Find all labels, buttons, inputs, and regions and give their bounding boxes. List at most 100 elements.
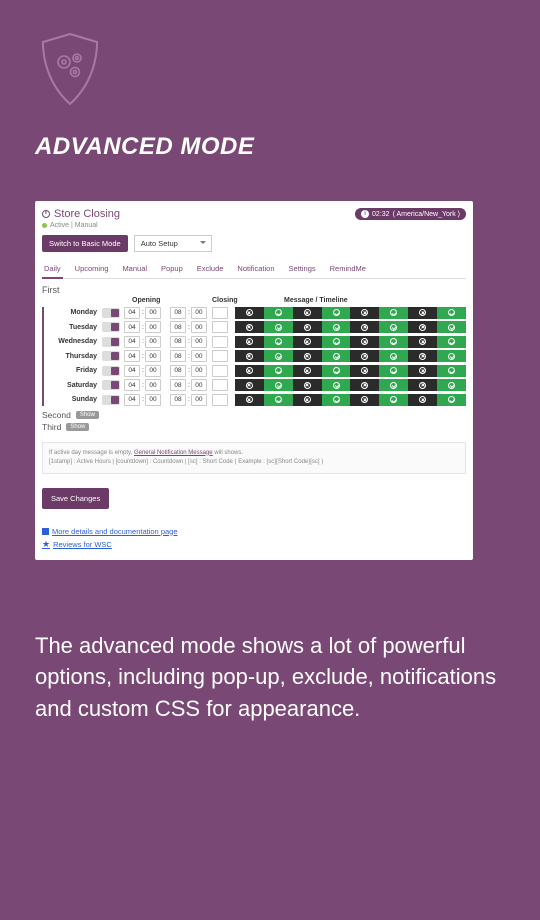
- timeline-seg: [293, 394, 322, 406]
- timeline-seg: [350, 365, 379, 377]
- column-headers: Opening Closing Message / Timeline: [132, 297, 466, 304]
- opening-min-input[interactable]: 00: [145, 365, 161, 377]
- opening-hour-input[interactable]: 04: [124, 321, 140, 333]
- closed-icon: [246, 324, 253, 331]
- opening-hour-input[interactable]: 04: [124, 379, 140, 391]
- closing-hour-input[interactable]: 08: [170, 336, 186, 348]
- closed-icon: [304, 324, 311, 331]
- open-icon: [333, 309, 340, 316]
- closing-min-input[interactable]: 00: [191, 365, 207, 377]
- timezone-pill[interactable]: i 02:32 ( America/New_York ): [355, 208, 466, 220]
- opening-min-input[interactable]: 00: [145, 350, 161, 362]
- open-icon: [448, 353, 455, 360]
- message-input[interactable]: [212, 336, 228, 348]
- opening-min-input[interactable]: 00: [145, 394, 161, 406]
- closed-icon: [361, 338, 368, 345]
- timeline: [235, 379, 466, 391]
- opening-min-input[interactable]: 00: [145, 336, 161, 348]
- opening-hour-input[interactable]: 04: [124, 365, 140, 377]
- opening-min-input[interactable]: 00: [145, 307, 161, 319]
- section-first-title: First: [42, 285, 466, 295]
- closing-min-input[interactable]: 00: [191, 350, 207, 362]
- day-toggle[interactable]: [102, 322, 120, 332]
- closing-hour-input[interactable]: 08: [170, 307, 186, 319]
- switch-to-basic-button[interactable]: Switch to Basic Mode: [42, 235, 128, 252]
- tab-settings[interactable]: Settings: [287, 260, 318, 278]
- timeline-seg: [235, 365, 264, 377]
- day-toggle[interactable]: [102, 395, 120, 405]
- closing-hour-input[interactable]: 08: [170, 379, 186, 391]
- day-row: Thursday04:0008:00: [44, 350, 466, 362]
- closing-hour-input[interactable]: 08: [170, 365, 186, 377]
- day-toggle[interactable]: [102, 366, 120, 376]
- open-icon: [390, 353, 397, 360]
- opening-hour-input[interactable]: 04: [124, 307, 140, 319]
- closing-hour-input[interactable]: 08: [170, 350, 186, 362]
- open-icon: [390, 338, 397, 345]
- reviews-link-label: Reviews for WSC: [53, 540, 112, 549]
- open-icon: [390, 324, 397, 331]
- message-input[interactable]: [212, 365, 228, 377]
- closing-hour-input[interactable]: 08: [170, 321, 186, 333]
- timeline-seg: [379, 394, 408, 406]
- timeline-seg: [322, 379, 351, 391]
- timeline-seg: [350, 394, 379, 406]
- closing-min-input[interactable]: 00: [191, 336, 207, 348]
- closed-icon: [419, 338, 426, 345]
- opening-hour-input[interactable]: 04: [124, 350, 140, 362]
- open-icon: [333, 353, 340, 360]
- opening-min-input[interactable]: 00: [145, 379, 161, 391]
- message-input[interactable]: [212, 379, 228, 391]
- timeline-seg: [350, 307, 379, 319]
- auto-setup-label: Auto Setup: [141, 239, 178, 248]
- message-input[interactable]: [212, 394, 228, 406]
- message-input[interactable]: [212, 350, 228, 362]
- day-toggle[interactable]: [102, 380, 120, 390]
- closing-min-input[interactable]: 00: [191, 321, 207, 333]
- open-icon: [390, 382, 397, 389]
- timeline-seg: [322, 307, 351, 319]
- third-show-button[interactable]: Show: [66, 423, 89, 431]
- message-input[interactable]: [212, 307, 228, 319]
- opening-hour-input[interactable]: 04: [124, 336, 140, 348]
- closing-hour-input[interactable]: 08: [170, 394, 186, 406]
- message-input[interactable]: [212, 321, 228, 333]
- save-changes-button[interactable]: Save Changes: [42, 488, 109, 509]
- open-icon: [275, 382, 282, 389]
- day-toggle[interactable]: [102, 337, 120, 347]
- day-toggle[interactable]: [102, 351, 120, 361]
- tab-upcoming[interactable]: Upcoming: [73, 260, 111, 278]
- closed-icon: [419, 367, 426, 374]
- timeline-seg: [350, 350, 379, 362]
- tab-manual[interactable]: Manual: [120, 260, 149, 278]
- note-text-a: If active day message is empty,: [49, 450, 134, 456]
- reviews-link[interactable]: ★Reviews for WSC: [42, 539, 466, 550]
- closed-icon: [246, 367, 253, 374]
- closing-min-input[interactable]: 00: [191, 379, 207, 391]
- closing-min-input[interactable]: 00: [191, 394, 207, 406]
- tz-zone: ( America/New_York ): [393, 211, 460, 218]
- day-toggle[interactable]: [102, 308, 120, 318]
- opening-min-input[interactable]: 00: [145, 321, 161, 333]
- timeline-seg: [293, 379, 322, 391]
- timeline-seg: [408, 350, 437, 362]
- timeline-seg: [293, 365, 322, 377]
- timeline-seg: [408, 365, 437, 377]
- closing-min-input[interactable]: 00: [191, 307, 207, 319]
- general-notification-link[interactable]: General Notification Message: [134, 450, 213, 456]
- tab-daily[interactable]: Daily: [42, 260, 63, 279]
- tab-popup[interactable]: Popup: [159, 260, 185, 278]
- tab-bar: Daily Upcoming Manual Popup Exclude Noti…: [42, 260, 466, 279]
- tab-exclude[interactable]: Exclude: [195, 260, 226, 278]
- auto-setup-select[interactable]: Auto Setup: [134, 235, 212, 252]
- tab-notification[interactable]: Notification: [235, 260, 276, 278]
- second-show-button[interactable]: Show: [76, 411, 99, 419]
- docs-link-label: More details and documentation page: [52, 527, 178, 536]
- status-label: Active | Manual: [50, 222, 98, 229]
- timeline-seg: [235, 379, 264, 391]
- docs-link[interactable]: More details and documentation page: [42, 527, 466, 536]
- opening-hour-input[interactable]: 04: [124, 394, 140, 406]
- timeline-seg: [408, 379, 437, 391]
- tab-remindme[interactable]: RemindMe: [328, 260, 368, 278]
- settings-panel: Store Closing Active | Manual i 02:32 ( …: [35, 201, 473, 560]
